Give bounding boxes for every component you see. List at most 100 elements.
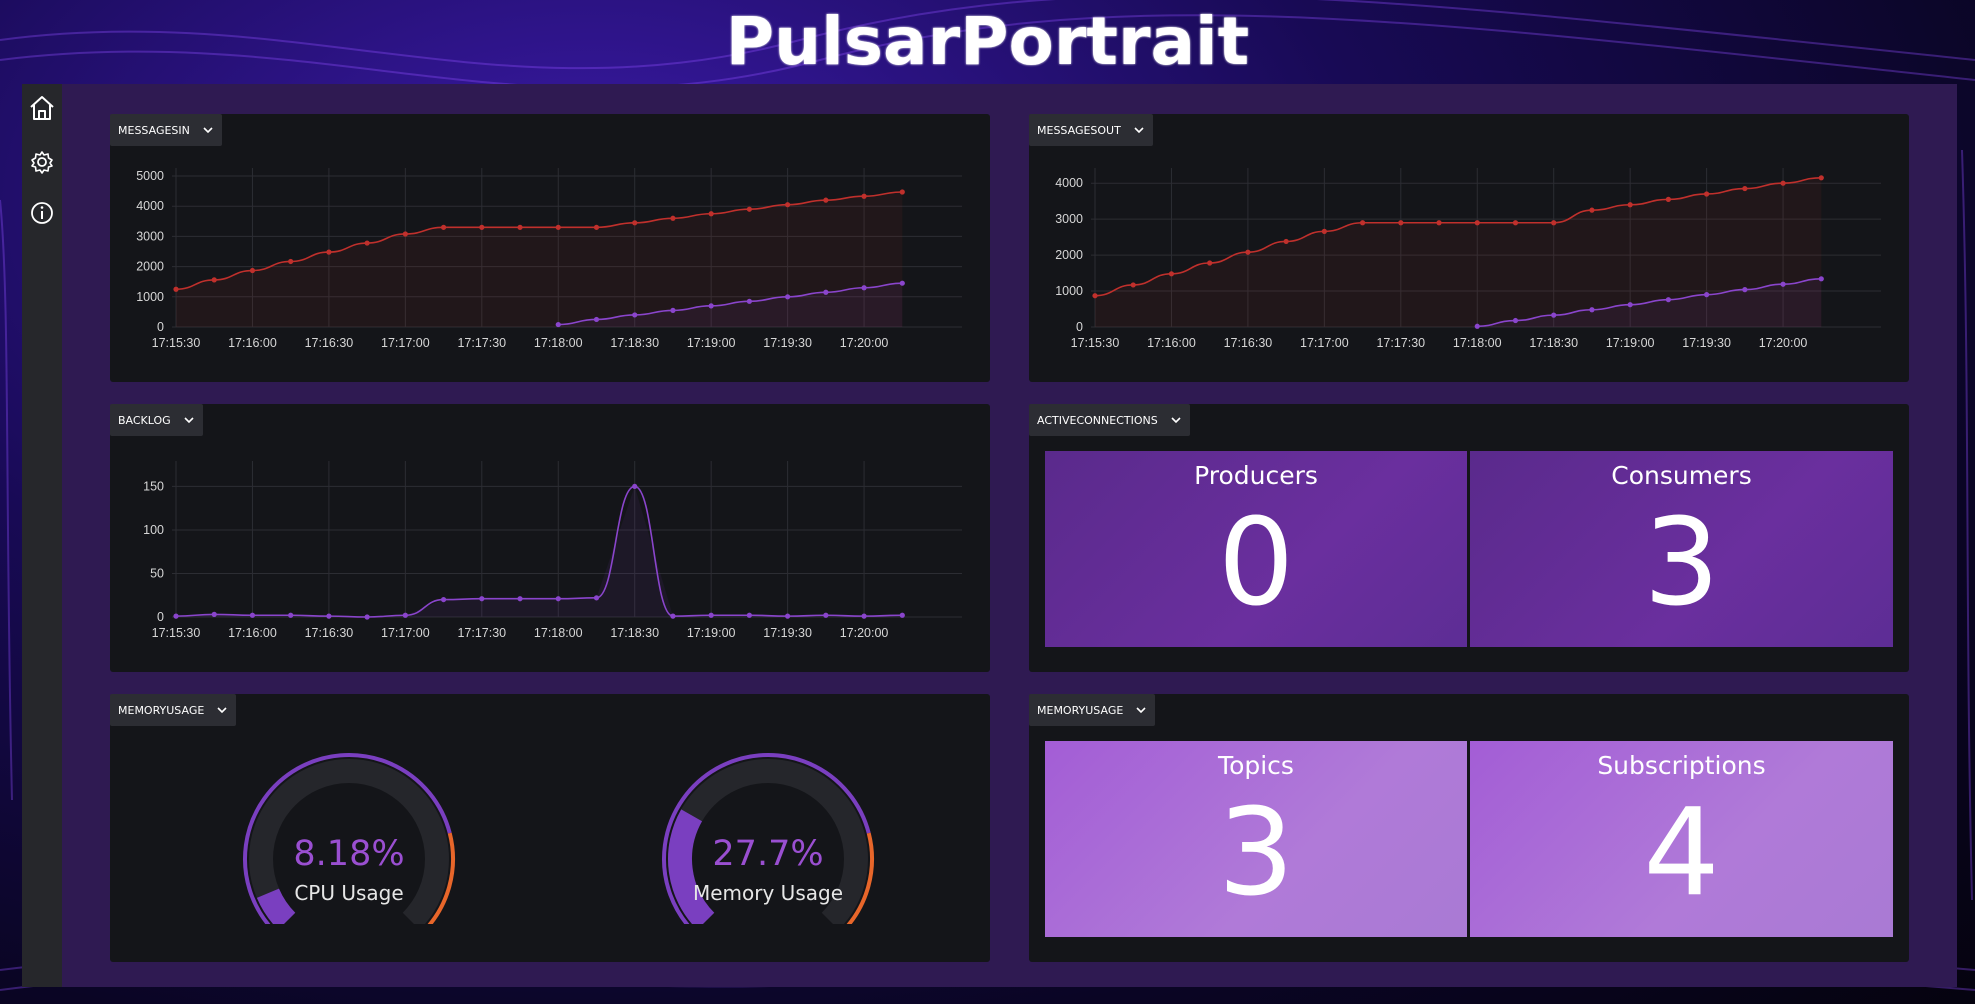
x-tick-label: 17:15:30	[152, 626, 201, 640]
x-tick-label: 17:20:00	[840, 336, 889, 350]
y-tick-label: 150	[143, 479, 164, 493]
activeconnections-dropdown[interactable]: ACTIVECONNECTIONS	[1029, 404, 1190, 436]
series-line	[175, 485, 903, 618]
messagesout-chart: 0 1000 2000 3000 4000 17:15:30 17:16:00 17:16:3…	[1055, 168, 1881, 350]
sidebar	[22, 84, 62, 987]
data-point	[632, 312, 638, 318]
x-tick-label: 17:18:30	[610, 626, 659, 640]
y-tick-label: 4000	[1055, 176, 1083, 190]
memoryusage-dropdown[interactable]: MEMORYUSAGE	[1029, 694, 1156, 726]
data-point	[785, 613, 791, 619]
data-point	[746, 206, 752, 212]
data-point	[632, 220, 638, 226]
x-tick-label: 17:17:30	[1376, 336, 1425, 350]
data-point	[1742, 287, 1748, 293]
data-point	[1474, 220, 1480, 226]
data-point	[249, 267, 256, 274]
data-point	[440, 224, 447, 230]
memoryusage-stats-panel: MEMORYUSAGE Topics 3 Subscriptions 4	[1029, 694, 1909, 962]
subscriptions-tile: Subscriptions 4	[1470, 741, 1893, 937]
data-point	[593, 224, 600, 230]
messagesin-panel: MESSAGESIN 0 1000 2000 3000 4000 5000 17:15:30…	[110, 114, 990, 382]
consumers-value: 3	[1643, 494, 1720, 633]
series-area	[176, 486, 903, 617]
data-point	[899, 189, 905, 195]
info-icon[interactable]	[28, 199, 56, 227]
data-point	[1321, 228, 1327, 234]
topics-value: 3	[1217, 784, 1295, 923]
cpu-usage-label: CPU Usage	[294, 881, 404, 905]
home-icon[interactable]	[28, 94, 56, 122]
data-point	[1818, 175, 1824, 181]
y-tick-label: 2000	[1055, 248, 1083, 262]
consumers-label: Consumers	[1611, 461, 1752, 490]
data-point	[1742, 185, 1748, 192]
y-tick-label: 5000	[136, 169, 164, 183]
backlog-chart: 0 50 100 150 17:15:30 17:16:00 17:16:30 17:17:0…	[143, 461, 962, 640]
memory-usage-value: 27.7%	[712, 834, 824, 874]
data-point	[1665, 297, 1671, 303]
data-point	[326, 613, 332, 619]
data-point	[1627, 302, 1633, 308]
x-tick-label: 17:17:00	[381, 626, 430, 640]
app-title: PulsarPortrait	[725, 3, 1250, 80]
y-tick-label: 2000	[136, 260, 164, 274]
x-tick-label: 17:20:00	[840, 626, 889, 640]
data-point	[1512, 317, 1519, 324]
x-tick-label: 17:17:30	[457, 626, 506, 640]
x-tick-label: 17:17:30	[457, 336, 506, 350]
x-tick-label: 17:16:30	[305, 626, 354, 640]
data-point	[746, 298, 752, 304]
y-tick-label: 3000	[1055, 212, 1083, 226]
data-point	[746, 612, 752, 618]
data-point	[364, 614, 370, 620]
data-point	[479, 224, 485, 230]
x-tick-label: 17:19:30	[763, 336, 812, 350]
data-point	[1398, 220, 1404, 226]
gear-icon[interactable]	[28, 148, 56, 176]
y-tick-label: 1000	[1055, 284, 1083, 298]
data-point	[593, 316, 600, 323]
data-point	[1589, 207, 1595, 213]
messagesout-panel: MESSAGESOUT 0 1000 2000 3000 4000 17:15:30 17:…	[1029, 114, 1909, 382]
x-tick-label: 17:18:00	[1453, 336, 1502, 350]
data-point	[555, 224, 561, 230]
data-point	[1474, 323, 1480, 329]
producers-label: Producers	[1194, 461, 1318, 490]
data-point	[1168, 271, 1175, 277]
data-point	[1627, 202, 1633, 208]
x-tick-label: 17:17:00	[1300, 336, 1349, 350]
x-tick-label: 17:15:30	[152, 336, 201, 350]
data-point	[1551, 220, 1557, 226]
subscriptions-value: 4	[1643, 784, 1720, 923]
data-point	[173, 613, 179, 619]
data-point	[632, 483, 638, 490]
y-tick-label: 1000	[136, 290, 164, 304]
x-tick-label: 17:19:30	[763, 626, 812, 640]
x-tick-label: 17:17:00	[381, 336, 430, 350]
y-tick-label: 0	[1076, 320, 1083, 334]
y-tick-label: 4000	[136, 199, 164, 213]
memoryusage-dropdown[interactable]: MEMORYUSAGE	[110, 694, 237, 726]
data-point	[555, 596, 561, 602]
data-point	[211, 277, 217, 283]
data-point	[861, 613, 867, 619]
chevron-down-icon	[1171, 417, 1181, 424]
data-point	[785, 202, 791, 208]
memory-gauge: 27.7% Memory Usage	[653, 744, 883, 934]
data-point	[326, 249, 332, 255]
x-tick-label: 17:18:00	[534, 336, 583, 350]
x-tick-label: 17:19:00	[1606, 336, 1655, 350]
consumers-tile: Consumers 3	[1470, 451, 1893, 647]
data-point	[517, 596, 523, 602]
cpu-gauge: 8.18% CPU Usage	[234, 744, 464, 934]
memoryusage-gauges-panel: MEMORYUSAGE 8.18% CPU Usage 27.7% Memory…	[110, 694, 990, 962]
x-tick-label: 17:16:30	[305, 336, 354, 350]
memory-usage-label: Memory Usage	[692, 881, 843, 905]
x-tick-label: 17:16:00	[1147, 336, 1196, 350]
data-point	[1207, 260, 1213, 266]
data-point	[823, 197, 829, 203]
subscriptions-label: Subscriptions	[1597, 751, 1766, 780]
x-tick-label: 17:18:30	[1529, 336, 1578, 350]
data-point	[402, 612, 408, 618]
